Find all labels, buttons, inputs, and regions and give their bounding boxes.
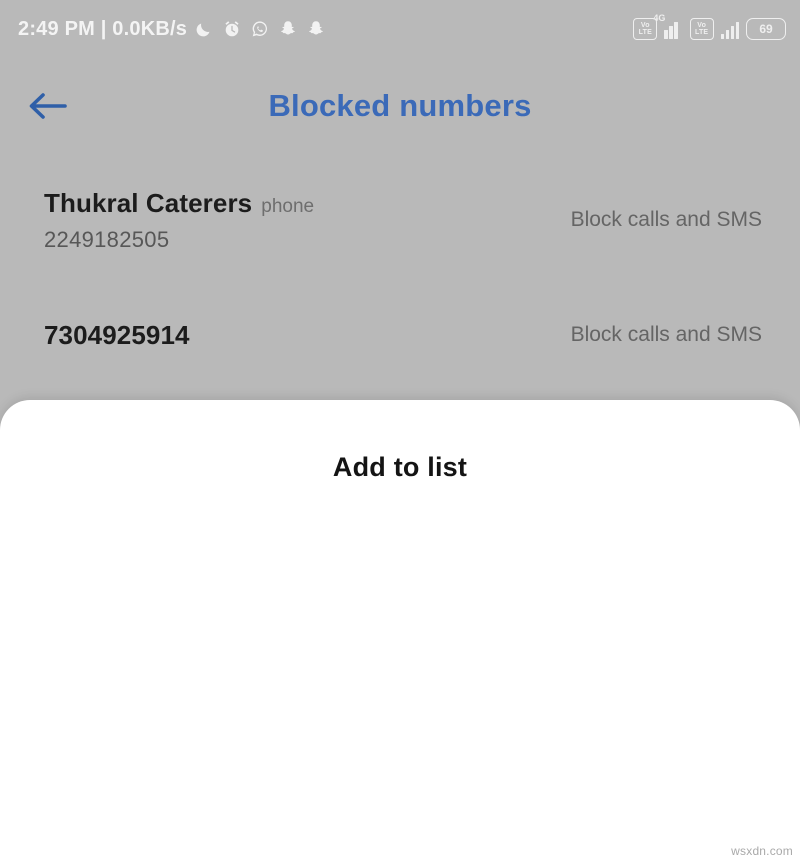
page-title: Blocked numbers (268, 88, 532, 123)
blocked-entry-name: 7304925914 (44, 319, 190, 350)
status-bar-right: Vo LTE 4G Vo LTE 69 (633, 13, 786, 40)
add-to-list-bottom-sheet: Add to list Add phone number Add prefix … (0, 400, 800, 862)
watermark: wsxdn.com (731, 844, 793, 858)
table-row[interactable]: Thukral Caterers phone 2249182505 Block … (0, 160, 800, 280)
volte-line-1: Vo (640, 21, 650, 29)
blocked-entry-status: Block calls and SMS (570, 323, 762, 346)
status-bar-left: 2:49 PM | 0.0KB/s (18, 18, 327, 41)
volte-icon-sim2: Vo LTE (689, 18, 714, 40)
status-clock: 2:49 PM | 0.0KB/s (18, 17, 188, 40)
whatsapp-icon (249, 18, 271, 40)
volte-line-2: LTE (638, 29, 652, 36)
table-row[interactable]: 7304925914 Block calls and SMS (0, 280, 800, 390)
blocked-entry-number: 2249182505 (44, 226, 170, 252)
volte-line-2: LTE (695, 29, 709, 36)
status-bar: 2:49 PM | 0.0KB/s Vo LTE 4G Vo LTE 69 (0, 0, 800, 58)
blocked-entry-info: Thukral Caterers phone 2249182505 (44, 188, 314, 253)
signal-bars-sim2 (720, 20, 739, 39)
app-header: Blocked numbers (0, 58, 800, 158)
alarm-clock-icon (221, 18, 243, 40)
blocked-entry-name: Thukral Caterers (44, 187, 253, 218)
battery-icon: 69 (746, 18, 786, 40)
blocked-entry-title-line: 7304925914 (44, 320, 190, 351)
blocked-entry-title-line: Thukral Caterers phone (44, 188, 314, 219)
snapchat-icon (277, 18, 299, 40)
network-type-label: 4G (653, 12, 666, 23)
moon-dnd-icon (193, 18, 215, 40)
blocked-entry-info: 7304925914 (44, 320, 190, 351)
blocked-numbers-list: Thukral Caterers phone 2249182505 Block … (0, 160, 800, 390)
blocked-entry-status: Block calls and SMS (570, 208, 762, 231)
blocked-entry-type-tag: phone (261, 195, 315, 217)
signal-bars-sim1: 4G (653, 13, 682, 39)
status-notification-icons (193, 18, 327, 40)
volte-line-1: Vo (697, 21, 707, 29)
bottom-sheet-title: Add to list (332, 452, 468, 482)
battery-percent-label: 69 (759, 22, 773, 36)
snapchat-icon (305, 18, 327, 40)
phone-screen: 2:49 PM | 0.0KB/s Vo LTE 4G Vo LTE 69 Bl… (0, 0, 800, 862)
